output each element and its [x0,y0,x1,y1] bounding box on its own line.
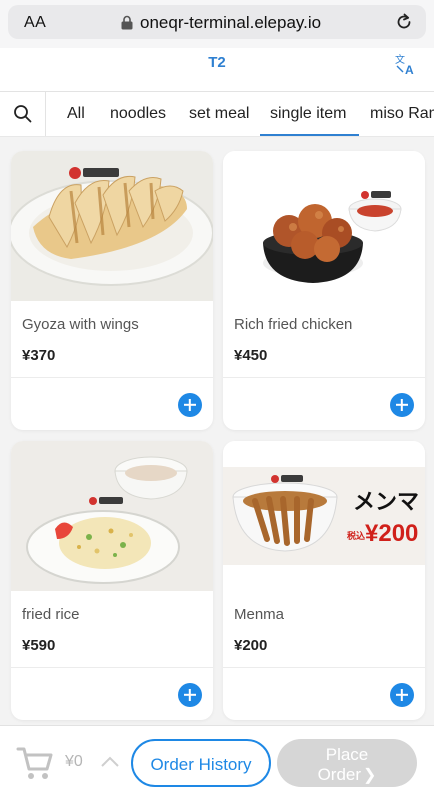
search-icon [14,105,32,123]
menu-item-price: ¥370 [22,347,56,364]
order-history-label-line2: History [198,754,252,774]
svg-text:文: 文 [395,53,405,66]
menu-item-name: Rich fried chicken [234,316,353,333]
reload-icon[interactable] [394,12,414,32]
menu-item-card[interactable]: メンマ 税込 ¥200 Menma ¥200 [223,441,425,720]
menu-item-name: fried rice [22,606,80,623]
order-bar: ¥0 Order History Place Order ❯ [0,725,434,800]
svg-text:A: A [405,63,414,76]
tab-all[interactable]: All [67,105,85,123]
order-history-label-line1: Order [150,754,194,774]
add-icon[interactable] [178,393,202,417]
promo-price: ¥200 [365,520,418,547]
lock-icon [121,15,133,30]
cart-icon[interactable] [16,745,54,781]
add-icon[interactable] [390,393,414,417]
page-header: T2 文 A [0,48,434,90]
menu-item-price: ¥450 [234,347,268,364]
promo-tax-label: 税込 [347,530,365,542]
translate-icon[interactable]: 文 A [394,52,418,76]
chevron-up-icon[interactable] [100,753,120,769]
tab-miso-ramen[interactable]: miso Ram [370,105,434,123]
tab-single-item[interactable]: single item [270,105,346,123]
menu-item-price: ¥590 [22,637,56,654]
menu-item-card[interactable]: Rich fried chicken ¥450 [223,151,425,430]
search-button[interactable] [0,92,46,136]
menu-item-name: Gyoza with wings [22,316,139,333]
card-divider [223,667,425,668]
menma-photo: メンマ 税込 ¥200 [223,441,425,591]
place-order-label-line2: Order [317,764,362,784]
order-history-button[interactable]: Order History [131,739,271,787]
card-divider [223,377,425,378]
menu-item-card[interactable]: fried rice ¥590 [11,441,213,720]
table-number: T2 [208,54,226,71]
menu-item-name: Menma [234,606,285,623]
menu-item-price: ¥200 [234,637,268,654]
add-icon[interactable] [390,683,414,707]
chevron-right-icon: ❯ [363,766,377,784]
browser-address-bar: AA oneqr-terminal.elepay.io [0,0,434,48]
promo-title: メンマ [353,490,419,515]
url-text: oneqr-terminal.elepay.io [140,13,322,32]
fried-rice-photo [11,441,213,591]
place-order-label-line1: Place [325,744,369,764]
place-order-button[interactable]: Place Order ❯ [277,739,417,787]
card-divider [11,667,213,668]
tab-noodles[interactable]: noodles [110,105,166,123]
add-icon[interactable] [178,683,202,707]
card-divider [11,377,213,378]
tab-set-meal[interactable]: set meal [189,105,249,123]
menu-item-card[interactable]: Gyoza with wings ¥370 [11,151,213,430]
category-tabs: All noodles set meal single item miso Ra… [0,91,434,137]
cart-total: ¥0 [65,753,83,770]
text-size-button[interactable]: AA [24,14,46,32]
gyoza-photo [11,151,213,301]
url-field[interactable]: AA oneqr-terminal.elepay.io [8,5,426,39]
fried-chicken-photo [223,151,425,301]
